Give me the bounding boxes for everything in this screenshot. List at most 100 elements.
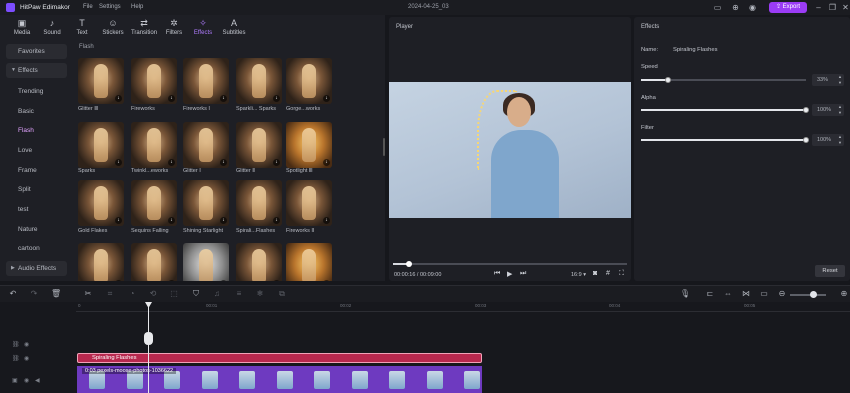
transform-icon[interactable]: ⬚ (169, 289, 179, 299)
effect-thumbnail[interactable]: ↓ (131, 243, 177, 281)
split-icon[interactable]: ✂ (83, 289, 93, 299)
download-icon[interactable]: ↓ (273, 280, 280, 281)
effect-thumbnail[interactable]: ↓ (183, 58, 229, 104)
nav-effects-group[interactable]: ▼ Effects (6, 63, 67, 78)
link-icon[interactable]: ⛓ (12, 355, 20, 362)
video-clip[interactable]: 0:03 pexels-moose-photos-1036622 (77, 366, 482, 393)
download-icon[interactable]: ⊕ (731, 3, 740, 12)
speed-input[interactable]: 33% ▲ ▼ (812, 74, 844, 86)
download-icon[interactable]: ↓ (273, 217, 280, 224)
crop-icon[interactable]: ⌗ (105, 289, 115, 299)
fullscreen-icon[interactable]: ⛶ (619, 270, 624, 278)
effect-clip[interactable]: Spiraling Flashes (77, 353, 482, 363)
effect-thumbnail[interactable]: ↓ (286, 122, 332, 168)
download-icon[interactable]: ↓ (115, 217, 122, 224)
snap-icon[interactable]: ⊏ (705, 289, 715, 299)
minimize-icon[interactable]: – (814, 3, 823, 12)
effect-thumbnail[interactable]: ↓ (131, 58, 177, 104)
alpha-slider-handle[interactable] (803, 107, 809, 113)
effect-thumbnail[interactable]: ↓ (78, 243, 124, 281)
adjust-icon[interactable]: ≡ (234, 289, 244, 299)
alpha-slider[interactable] (641, 107, 809, 113)
effect-thumbnail[interactable]: ↓ (78, 58, 124, 104)
export-button[interactable]: ⇪ Export (769, 2, 807, 13)
effect-thumbnail[interactable]: ↓ (236, 243, 282, 281)
microphone-icon[interactable]: 🎙 (680, 289, 690, 299)
effect-thumbnail[interactable]: ↓ (236, 122, 282, 168)
mask-icon[interactable]: ⛉ (191, 289, 201, 299)
play-icon[interactable]: ▶ (507, 270, 512, 278)
magnet-icon[interactable]: ⋈ (741, 289, 751, 299)
download-icon[interactable]: ↓ (115, 159, 122, 166)
tool-transition[interactable]: ⇄ Transition (128, 15, 160, 40)
effect-thumbnail[interactable]: ↓ (286, 58, 332, 104)
grid-icon[interactable]: # (606, 270, 610, 277)
effect-thumbnail[interactable]: ↓ (78, 122, 124, 168)
undo-icon[interactable]: ↶ (8, 289, 18, 299)
snapshot-icon[interactable]: ◙ (593, 270, 597, 277)
speed-slider-handle[interactable] (665, 77, 671, 83)
nav-item-love[interactable]: Love (6, 143, 67, 158)
audio-detach-icon[interactable]: ♫ (212, 289, 222, 299)
freeze-icon[interactable]: ❄ (255, 289, 265, 299)
prev-frame-icon[interactable]: ⏮ (494, 270, 500, 278)
effect-thumbnail[interactable]: ↓ (286, 243, 332, 281)
zoom-slider[interactable] (790, 294, 826, 296)
nav-favorites[interactable]: Favorites (6, 44, 67, 59)
speaker-icon[interactable]: ◀ (35, 377, 40, 384)
download-icon[interactable]: ↓ (168, 159, 175, 166)
delete-icon[interactable]: 🗑 (51, 289, 61, 299)
menu-help[interactable]: Help (131, 4, 143, 10)
tool-filters[interactable]: ✲ Filters (162, 15, 186, 40)
zoom-slider-handle[interactable] (810, 291, 817, 298)
nav-item-frame[interactable]: Frame (6, 163, 67, 178)
nav-item-flash[interactable]: Flash (6, 123, 67, 138)
download-icon[interactable]: ↓ (220, 280, 227, 281)
zoom-out-icon[interactable]: ⊖ (777, 289, 787, 299)
download-icon[interactable]: ↓ (115, 95, 122, 102)
next-frame-icon[interactable]: ⏭ (520, 270, 526, 278)
eye-icon[interactable]: ◉ (24, 341, 29, 348)
download-icon[interactable]: ↓ (220, 217, 227, 224)
link-icon[interactable]: ⇔ (723, 289, 733, 299)
tool-subtitles[interactable]: A Subtitles (220, 15, 248, 40)
eye-icon[interactable]: ◉ (24, 355, 29, 362)
timeline-ruler[interactable]: 0 00:01 00:02 00:03 00:04 00:05 (76, 302, 850, 312)
nav-item-test[interactable]: test (6, 202, 67, 217)
effect-thumbnail[interactable]: ↓ (78, 180, 124, 226)
download-icon[interactable]: ↓ (323, 159, 330, 166)
nav-audio-effects-group[interactable]: ▶ Audio Effects (6, 261, 67, 276)
tool-text[interactable]: T Text (70, 15, 94, 40)
playhead[interactable] (148, 304, 149, 393)
tool-sound[interactable]: ♪ Sound (38, 15, 66, 40)
preview-quality-icon[interactable]: ▭ (759, 289, 769, 299)
tool-stickers[interactable]: ☺ Stickers (98, 15, 128, 40)
nav-item-trending[interactable]: Trending (6, 84, 67, 99)
download-icon[interactable]: ↓ (168, 95, 175, 102)
download-icon[interactable]: ↓ (323, 280, 330, 281)
download-icon[interactable]: ↓ (115, 280, 122, 281)
playhead-handle[interactable] (144, 332, 153, 345)
link-icon[interactable]: ⛓ (12, 341, 20, 348)
redo-icon[interactable]: ↷ (29, 289, 39, 299)
account-icon[interactable]: ◉ (748, 3, 757, 12)
menu-settings[interactable]: Settings (99, 4, 121, 10)
effect-thumbnail[interactable]: ↓ (183, 180, 229, 226)
filter-input[interactable]: 100% ▲ ▼ (812, 134, 844, 146)
effect-thumbnail[interactable]: ↓ (131, 122, 177, 168)
panel-splitter[interactable] (383, 138, 385, 156)
stepper-icon[interactable]: ▲ ▼ (838, 134, 842, 146)
speed-slider[interactable] (641, 77, 806, 83)
nav-item-split[interactable]: Split (6, 182, 67, 197)
alpha-input[interactable]: 100% ▲ ▼ (812, 104, 844, 116)
effect-thumbnail[interactable]: ↓ (286, 180, 332, 226)
reset-button[interactable]: Reset (815, 265, 845, 277)
download-icon[interactable]: ↓ (323, 217, 330, 224)
filter-slider-handle[interactable] (803, 137, 809, 143)
message-icon[interactable]: ▭ (713, 3, 722, 12)
effect-thumbnail[interactable]: ↓ (183, 122, 229, 168)
tool-media[interactable]: ▣ Media (8, 15, 36, 40)
nav-item-basic[interactable]: Basic (6, 104, 67, 119)
effect-thumbnail[interactable]: ↓ (183, 243, 229, 281)
video-preview[interactable] (389, 82, 631, 218)
